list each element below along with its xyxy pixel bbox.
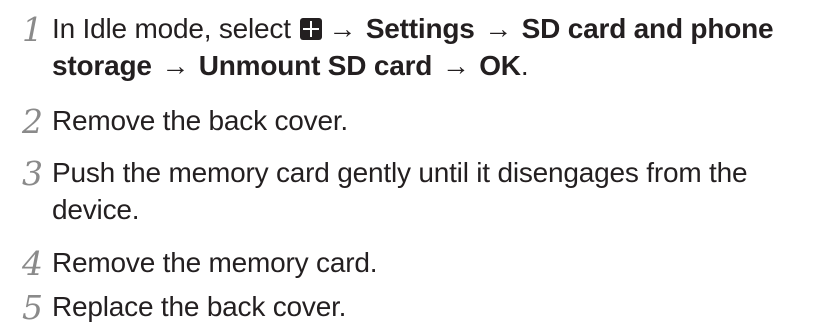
arrow-icon: →	[161, 50, 190, 81]
instruction-steps: 1 In Idle mode, select → Settings → SD c…	[0, 0, 823, 331]
step-text: Replace the back cover.	[52, 291, 347, 322]
step-number: 5	[22, 288, 43, 327]
step-text: Remove the back cover.	[52, 105, 348, 136]
step-text: Remove the memory card.	[52, 247, 378, 278]
menu-path-unmount: Unmount SD card	[198, 50, 433, 81]
step-number: 3	[22, 154, 43, 193]
menu-path-settings: Settings	[365, 13, 475, 44]
step-1-intro: In Idle mode, select	[52, 13, 291, 44]
step-text: Push the memory card gently until it dis…	[52, 157, 748, 225]
step-text: In Idle mode, select → Settings → SD car…	[52, 10, 822, 84]
menu-path-ok: OK	[479, 50, 521, 81]
step-number: 1	[22, 10, 43, 49]
step-number: 2	[22, 102, 43, 141]
step-number: 4	[22, 244, 43, 283]
step-1-period: .	[520, 50, 529, 81]
arrow-icon: →	[328, 13, 357, 44]
arrow-icon: →	[441, 50, 470, 81]
arrow-icon: →	[484, 13, 513, 44]
apps-grid-icon	[300, 18, 323, 40]
